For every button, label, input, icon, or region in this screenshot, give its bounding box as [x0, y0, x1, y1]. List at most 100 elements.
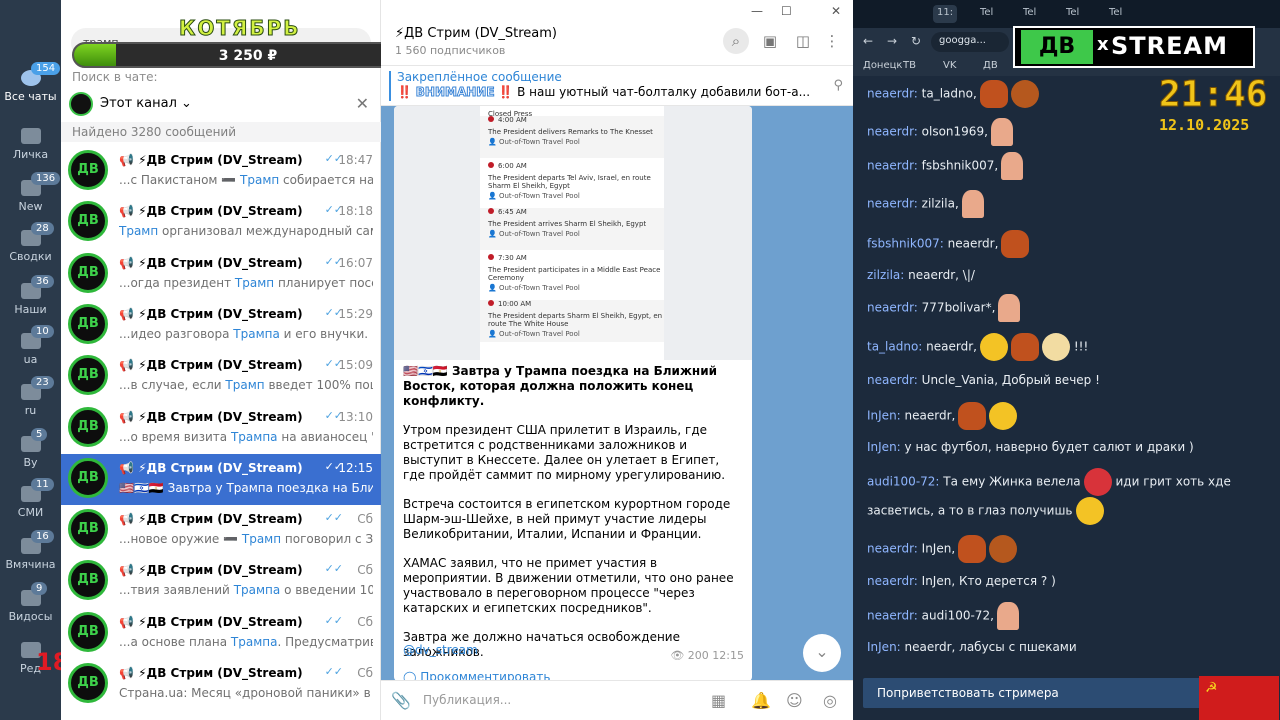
schedule-time: 4:00 AM	[498, 116, 527, 124]
rail-folder-3[interactable]: 28 Сводки	[0, 222, 61, 263]
chat-username[interactable]: fsbshnik007:	[867, 237, 944, 251]
camera-icon[interactable]: ◎	[823, 691, 837, 710]
chat-result-row[interactable]: ДВ 📢 ⚡ДВ Стрим (DV_Stream) ✓✓ Сб ...твия зая…	[61, 556, 381, 607]
chat-username[interactable]: neaerdr:	[867, 373, 918, 387]
bullet-icon	[488, 254, 494, 260]
browser-tab[interactable]: Tel	[1105, 5, 1126, 23]
result-time: 18:47	[338, 153, 373, 167]
stream-chat-message: InJen: neaerdr, лабусы с пшеками	[867, 640, 1077, 654]
chat-username[interactable]: neaerdr:	[867, 87, 918, 101]
chat-title[interactable]: ⚡ДВ Стрим (DV_Stream)	[395, 26, 557, 41]
chat-result-row[interactable]: ДВ 📢 ⚡ДВ Стрим (DV_Stream) ✓✓ 12:15 🇺🇸🇮🇱🇪🇬 З…	[61, 453, 381, 505]
chat-username[interactable]: InJen:	[867, 440, 901, 454]
bookmark-item[interactable]: ТВ	[903, 60, 916, 71]
browser-window: 11: Tel Tel Tel Tel ← → ↻ googga... Донецк ТВ…	[853, 0, 1280, 720]
back-icon[interactable]: ←	[863, 34, 873, 48]
browser-tab[interactable]: 11:	[933, 5, 958, 23]
rail-folder-0[interactable]: 154 Все чаты	[0, 62, 61, 103]
chat-result-row[interactable]: ДВ 📢 ⚡ДВ Стрим (DV_Stream) ✓✓ Сб ...а основе…	[61, 608, 381, 659]
bookmark-item[interactable]: Донецк	[863, 60, 902, 71]
chat-result-row[interactable]: ДВ 📢 ⚡ДВ Стрим (DV_Stream) ✓✓ 15:29 ...идео …	[61, 300, 381, 351]
chat-username[interactable]: neaerdr:	[867, 574, 918, 588]
schedule-image[interactable]: Closed Press 4:00 AM The President deliver…	[394, 106, 752, 360]
unread-badge: 10	[31, 325, 54, 338]
emoji-icon[interactable]: ☺	[786, 691, 803, 710]
reload-icon[interactable]: ↻	[911, 34, 921, 48]
chat-username[interactable]: InJen:	[867, 640, 901, 654]
browser-tab[interactable]: Tel	[976, 5, 997, 23]
result-snippet: ...огда президент Трамп планирует посети…	[119, 275, 373, 290]
chat-username[interactable]: neaerdr:	[867, 125, 918, 139]
unread-badge: 23	[31, 376, 54, 389]
rail-folder-5[interactable]: 10 ua	[0, 325, 61, 366]
schedule-icon[interactable]: ▦	[711, 691, 726, 710]
result-snippet: 🇺🇸🇮🇱🇪🇬 Завтра у Трампа поездка на Ближ..…	[119, 480, 373, 495]
rail-folder-7[interactable]: 5 By	[0, 428, 61, 469]
close-icon[interactable]: ✕	[356, 94, 369, 113]
maximize-icon[interactable]: ☐	[781, 4, 792, 18]
chat-text: у нас футбол, наверно будет салют и драк…	[900, 440, 1194, 454]
chat-result-row[interactable]: ДВ 📢 ⚡ДВ Стрим (DV_Stream) ✓✓ 18:18 Трамп ор…	[61, 197, 381, 248]
chat-username[interactable]: audi100-72:	[867, 475, 939, 489]
unread-badge: 154	[31, 62, 61, 75]
rail-folder-4[interactable]: 36 Наши	[0, 275, 61, 316]
chat-result-row[interactable]: ДВ 📢 ⚡ДВ Стрим (DV_Stream) ✓✓ 13:10 ...о вре…	[61, 403, 381, 454]
stream-chat-message: neaerdr: InJen, Кто дерется ? )	[867, 574, 1056, 588]
bell-icon[interactable]: 🔔	[751, 691, 771, 710]
browser-tab[interactable]: Tel	[1019, 5, 1040, 23]
bullet-icon	[488, 208, 494, 214]
lion-emote-icon	[1010, 80, 1039, 108]
rail-folder-8[interactable]: 11 СМИ	[0, 478, 61, 519]
unread-badge: 36	[31, 275, 54, 288]
schedule-text: The President delivers Remarks to The Kn…	[488, 128, 653, 136]
rail-folder-label: Вмячина	[5, 558, 56, 571]
attach-icon[interactable]: 📎	[391, 691, 411, 710]
chat-username[interactable]: neaerdr:	[867, 542, 918, 556]
bookmark-item[interactable]: VK	[943, 60, 956, 71]
chat-username[interactable]: zilzila:	[867, 268, 904, 282]
results-count: Найдено 3280 сообщений	[61, 122, 381, 142]
result-time: 12:15	[338, 460, 373, 475]
close-window-icon[interactable]: ✕	[831, 4, 841, 18]
lion-emote-icon	[989, 535, 1018, 563]
channel-link[interactable]: @dv_stream	[403, 643, 478, 657]
chat-result-row[interactable]: ДВ 📢 ⚡ДВ Стрим (DV_Stream) ✓✓ Сб ...новое ор…	[61, 505, 381, 556]
chat-result-row[interactable]: ДВ 📢 ⚡ДВ Стрим (DV_Stream) ✓✓ 16:07 ...огда …	[61, 249, 381, 300]
chat-username[interactable]: neaerdr:	[867, 159, 918, 173]
pin-list-icon[interactable]: ⚲	[833, 78, 843, 93]
rail-folder-9[interactable]: 16 Вмячина	[0, 530, 61, 571]
rail-folder-6[interactable]: 23 ru	[0, 376, 61, 417]
message-input[interactable]: Публикация...	[423, 693, 511, 707]
sidebar-toggle-icon[interactable]: ◫	[790, 28, 816, 54]
address-bar[interactable]: googga...	[931, 32, 1009, 52]
bear-emote-icon	[958, 402, 987, 430]
browser-tab[interactable]: Tel	[1062, 5, 1083, 23]
chat-result-row[interactable]: ДВ 📢 ⚡ДВ Стрим (DV_Stream) ✓✓ 18:47 ...с Пак…	[61, 146, 381, 197]
chat-result-row[interactable]: ДВ 📢 ⚡ДВ Стрим (DV_Stream) ✓✓ 15:09 ...в слу…	[61, 351, 381, 402]
rail-folder-2[interactable]: 136 New	[0, 172, 61, 213]
channel-filter-label[interactable]: Этот канал ⌄	[100, 96, 192, 111]
unread-badge: 11	[31, 478, 54, 491]
voice-chat-icon[interactable]: ▣	[757, 28, 783, 54]
result-time: 16:07	[338, 255, 373, 270]
subscriber-count: 1 560 подписчиков	[395, 44, 506, 57]
bookmark-item[interactable]: ДВ	[983, 60, 998, 71]
more-menu-icon[interactable]: ⋮	[819, 28, 845, 54]
scroll-down-button[interactable]: ⌄	[803, 634, 841, 672]
chat-username[interactable]: InJen:	[867, 409, 901, 423]
minimize-icon[interactable]: —	[751, 4, 763, 18]
result-time: Сб	[357, 563, 373, 578]
search-icon[interactable]: ⌕	[723, 28, 749, 54]
chat-username[interactable]: neaerdr:	[867, 197, 918, 211]
rail-folder-10[interactable]: 9 Видосы	[0, 582, 61, 623]
rail-folder-label: Личка	[12, 148, 49, 161]
pinned-message[interactable]: Закреплённое сообщение ‼️ ВНИМАНИЕ ‼️ В …	[381, 66, 853, 106]
chat-result-row[interactable]: ДВ 📢 ⚡ДВ Стрим (DV_Stream) ✓✓ Сб Страна.ua: …	[61, 659, 381, 710]
channel-filter[interactable]: Этот канал ⌄ ✕	[69, 92, 373, 116]
chat-username[interactable]: ta_ladno:	[867, 340, 922, 354]
folder-rail: 154 Все чаты Личка 136 New 28 Сводки 36 Наши 10 ua…	[0, 0, 90, 720]
chat-username[interactable]: neaerdr:	[867, 301, 918, 315]
chat-username[interactable]: neaerdr:	[867, 609, 918, 623]
rail-folder-1[interactable]: Личка	[0, 128, 61, 161]
forward-icon[interactable]: →	[887, 34, 897, 48]
